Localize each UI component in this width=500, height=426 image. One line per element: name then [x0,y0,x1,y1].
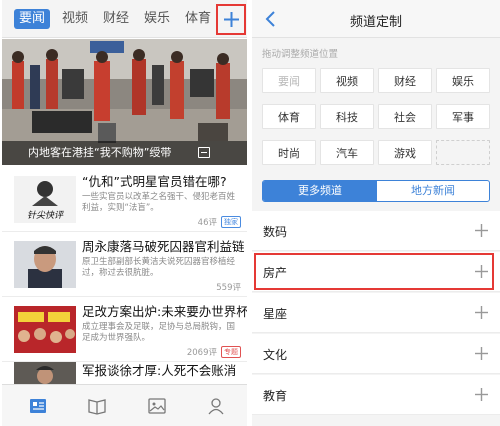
channel-segment-control: 更多频道 地方新闻 [262,180,490,202]
svg-text:针尖快评: 针尖快评 [27,210,65,221]
news-meta: 2069评 专题 [187,346,241,358]
news-thumbnail [14,306,76,353]
comment-count: 559评 [216,283,241,293]
news-meta: 559评 [216,281,241,293]
page-title: 频道定制 [349,15,402,30]
news-icon[interactable] [28,396,48,416]
gallery-icon [198,147,210,158]
more-channel-row[interactable]: 房产 [252,252,500,292]
news-title: 足改方案出炉:未来要办世界杯 [82,304,247,319]
exclusive-badge: 独家 [221,216,241,228]
tab-sports[interactable]: 体育 [185,11,211,27]
headline-photo[interactable]: 内地客在港挂“我不购物”绶带 [2,39,247,165]
news-title: 周永康落马破死囚器官利益链 [82,239,245,254]
news-thumbnail [14,241,76,288]
tab-yaowen[interactable]: 要闻 [14,9,51,29]
tab-local-news[interactable]: 地方新闻 [377,181,489,201]
empty-channel-slot [436,140,490,165]
plus-icon[interactable] [473,345,490,362]
news-desc: 成立理事会及足联，足协与总局脱钩，国足成为世界强队。 [82,322,236,343]
tab-more-channels[interactable]: 更多频道 [263,181,377,201]
channel-chip-sports[interactable]: 体育 [262,104,316,129]
more-channel-row[interactable]: 教育 [252,375,500,415]
channel-chip-entertainment[interactable]: 娱乐 [436,68,490,93]
bottom-navigation [2,384,247,426]
tab-finance[interactable]: 财经 [103,11,129,27]
channel-chip-society[interactable]: 社会 [378,104,432,129]
channel-customization-screen: 频道定制 拖动调整频道位置 要闻 视频 财经 娱乐 体育 科技 社会 军事 时尚… [252,0,500,426]
tab-entertainment[interactable]: 娱乐 [144,11,170,27]
channel-chip-tech[interactable]: 科技 [320,104,374,129]
channel-chip-yaowen[interactable]: 要闻 [262,68,316,93]
channel-label: 数码 [263,225,288,239]
news-item[interactable]: 针尖快评 “仇和”式明星官员错在哪? 一些实官员以改革之名强干、侵犯老百姓利益，… [2,168,247,232]
header-bar: 频道定制 [252,0,500,38]
plus-icon[interactable] [473,386,490,403]
more-channel-row[interactable]: 数码 [252,211,500,251]
news-item[interactable]: 足改方案出炉:未来要办世界杯 成立理事会及足联，足协与总局脱钩，国足成为世界强队… [2,298,247,362]
drag-hint: 拖动调整频道位置 [262,49,339,60]
news-desc: 原卫生部副部长黄洁夫说死囚器官移植经过，称过去很肮脏。 [82,257,236,278]
plus-icon[interactable] [473,263,490,280]
channel-label: 文化 [263,348,288,362]
tab-video[interactable]: 视频 [62,11,88,27]
comment-count: 46评 [197,218,217,228]
channel-tab-bar: 要闻 视频 财经 娱乐 体育 [2,0,247,38]
plus-icon[interactable] [473,222,490,239]
channel-chip-video[interactable]: 视频 [320,68,374,93]
news-meta: 46评 独家 [198,216,241,228]
news-title: “仇和”式明星官员错在哪? [82,174,227,189]
channel-chip-games[interactable]: 游戏 [378,140,432,165]
channel-chip-auto[interactable]: 汽车 [320,140,374,165]
hero-caption-bar: 内地客在港挂“我不购物”绶带 [2,141,247,165]
plus-icon[interactable] [473,304,490,321]
more-channel-row[interactable]: 文化 [252,334,500,374]
add-channel-button[interactable] [216,4,246,35]
plus-icon [223,12,239,27]
news-item[interactable]: 军报谈徐才厚:人死不会账消 [2,360,247,384]
channel-chip-fashion[interactable]: 时尚 [262,140,316,165]
news-home-screen: 要闻 视频 财经 娱乐 体育 内地客在港挂“我不购物”绶带 针尖快评 “仇和”式… [2,0,247,426]
channel-chip-military[interactable]: 军事 [436,104,490,129]
hero-caption: 内地客在港挂“我不购物”绶带 [28,146,172,159]
channel-label: 教育 [263,389,288,403]
more-channel-row[interactable]: 星座 [252,293,500,333]
user-icon[interactable] [206,396,226,416]
comment-count: 2069评 [186,348,217,358]
news-desc: 一些实官员以改革之名强干、侵犯老百姓利益，实则“法盲”。 [82,192,236,213]
channel-label: 房产 [263,266,288,280]
book-icon[interactable] [87,396,107,416]
channel-chip-finance[interactable]: 财经 [378,68,432,93]
news-thumbnail: 针尖快评 [14,176,76,223]
channel-label: 星座 [263,307,288,321]
news-title: 军报谈徐才厚:人死不会账消 [82,363,237,378]
news-item[interactable]: 周永康落马破死囚器官利益链 原卫生部副部长黄洁夫说死囚器官移植经过，称过去很肮脏… [2,233,247,297]
news-thumbnail [14,362,76,384]
topic-badge: 专题 [221,346,241,358]
image-icon[interactable] [147,396,167,416]
